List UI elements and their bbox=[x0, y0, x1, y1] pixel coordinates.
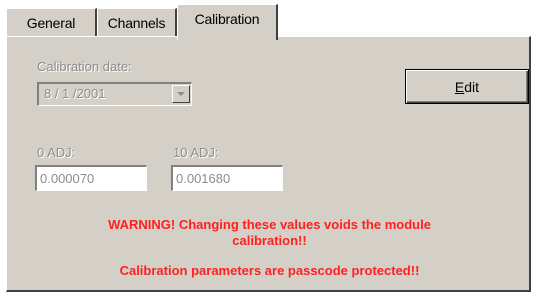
adj10-field[interactable]: 0.001680 bbox=[171, 165, 283, 191]
adj0-field[interactable]: 0.000070 bbox=[35, 165, 147, 191]
calibration-panel: Calibration date: 8 / 1 /2001 Edit 0 ADJ… bbox=[6, 36, 531, 292]
calibration-date-value: 8 / 1 /2001 bbox=[44, 86, 106, 101]
tab-general[interactable]: General bbox=[6, 8, 97, 36]
tab-channels[interactable]: Channels bbox=[97, 8, 177, 36]
warning-line-1: WARNING! Changing these values voids the… bbox=[108, 217, 431, 232]
tab-calibration[interactable]: Calibration bbox=[177, 4, 278, 40]
edit-button[interactable]: Edit bbox=[405, 69, 529, 104]
adj0-value: 0.000070 bbox=[40, 171, 95, 186]
adj10-value: 0.001680 bbox=[176, 171, 231, 186]
calibration-date-label: Calibration date: bbox=[37, 59, 132, 74]
edit-accel-letter: E bbox=[454, 78, 465, 95]
calibration-date-select[interactable]: 8 / 1 /2001 bbox=[37, 82, 192, 106]
tab-strip: General Channels Calibration bbox=[6, 4, 531, 40]
passcode-note: Calibration parameters are passcode prot… bbox=[119, 263, 420, 278]
adj0-label: 0 ADJ: bbox=[37, 145, 76, 160]
warning-message: WARNING! Changing these values voids the… bbox=[7, 217, 532, 249]
warning-line-2: calibration!! bbox=[232, 233, 307, 248]
edit-button-label: dit bbox=[464, 78, 480, 95]
dropdown-button[interactable] bbox=[172, 85, 190, 103]
tab-general-label: General bbox=[26, 14, 76, 31]
adj10-label: 10 ADJ: bbox=[173, 145, 219, 160]
tab-channels-label: Channels bbox=[107, 14, 166, 31]
chevron-down-icon bbox=[177, 92, 185, 96]
tab-calibration-label: Calibration bbox=[194, 10, 260, 27]
